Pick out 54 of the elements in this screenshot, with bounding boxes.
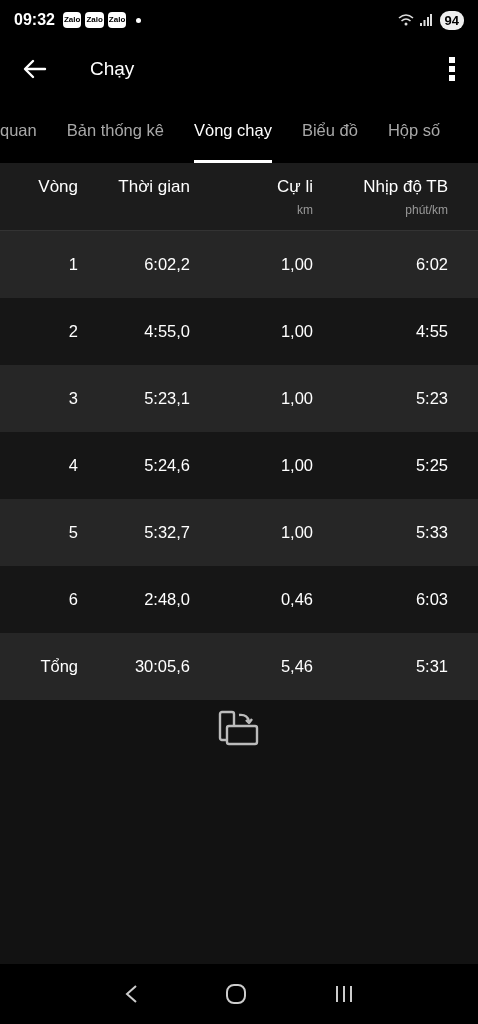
table-cell-text: 1,00 xyxy=(279,456,313,475)
table-cell-text: 5:23,1 xyxy=(143,389,190,408)
table-cell-text: 3 xyxy=(67,389,78,408)
rotate-screen-icon[interactable] xyxy=(218,710,260,748)
back-nav-icon[interactable] xyxy=(123,984,138,1004)
table-cell-text: 6:02 xyxy=(414,255,448,274)
table-cell-text: 6:03 xyxy=(414,590,448,609)
table-cell-text: 5,46 xyxy=(279,657,313,676)
table-cell-text: 2 xyxy=(67,322,78,341)
dot-icon xyxy=(136,17,142,23)
tab[interactable]: quan xyxy=(0,98,37,163)
table-cell-text: 2:48,0 xyxy=(143,590,190,609)
notification-icon: Zalo xyxy=(107,12,127,28)
recent-apps-icon[interactable] xyxy=(334,985,355,1003)
page-title: Chạy xyxy=(90,58,135,80)
table-cell-text: 6 xyxy=(67,590,78,609)
notification-icon: Zalo xyxy=(85,12,104,28)
status-time: 09:32 xyxy=(14,11,55,29)
table-cell-text: 1,00 xyxy=(279,389,313,408)
signal-icon xyxy=(419,14,432,26)
table-cell-text: 4:55 xyxy=(414,322,448,341)
table-cell-text: 5:32,7 xyxy=(143,523,190,542)
table-cell-text: 4:55,0 xyxy=(143,322,190,341)
table-cell-text: 6:02,2 xyxy=(143,255,190,274)
more-options-icon[interactable] xyxy=(448,57,456,81)
wifi-icon xyxy=(397,13,416,27)
tab[interactable]: Vòng chạy xyxy=(193,98,272,163)
table-cell-text: 5:23 xyxy=(414,389,448,408)
back-arrow-icon[interactable] xyxy=(23,59,47,79)
column-unit: km xyxy=(297,203,313,217)
column-header: Nhịp độ TB xyxy=(363,177,448,197)
table-cell-text: 1,00 xyxy=(279,255,313,274)
table-cell-text: Tổng xyxy=(39,657,78,676)
table-cell-text: 0,46 xyxy=(279,590,313,609)
table-cell-text: 5:25 xyxy=(414,456,448,475)
table-cell-text: 1,00 xyxy=(279,523,313,542)
tab[interactable]: Bản thống kê xyxy=(66,98,164,163)
table-cell-text: 1,00 xyxy=(279,322,313,341)
column-header: Vòng xyxy=(38,177,78,197)
table-cell-text: 5:33 xyxy=(414,523,448,542)
home-icon[interactable] xyxy=(225,983,247,1005)
column-header: Thời gian xyxy=(118,177,190,197)
table-cell-text: 5:31 xyxy=(414,657,448,676)
table-cell-text: 5 xyxy=(67,523,78,542)
table-cell-text: 30:05,6 xyxy=(133,657,190,676)
tab[interactable]: Hộp số xyxy=(387,98,441,163)
table-cell-text: 1 xyxy=(67,255,78,274)
column-unit: phút/km xyxy=(405,203,448,217)
table-cell-text: 5:24,6 xyxy=(143,456,190,475)
table-cell-text: 4 xyxy=(67,456,78,475)
tab[interactable]: Biểu đồ xyxy=(301,98,358,163)
column-header: Cự li xyxy=(277,177,313,197)
notification-icon: Zalo xyxy=(62,12,82,28)
battery-level: 94 xyxy=(439,10,464,30)
